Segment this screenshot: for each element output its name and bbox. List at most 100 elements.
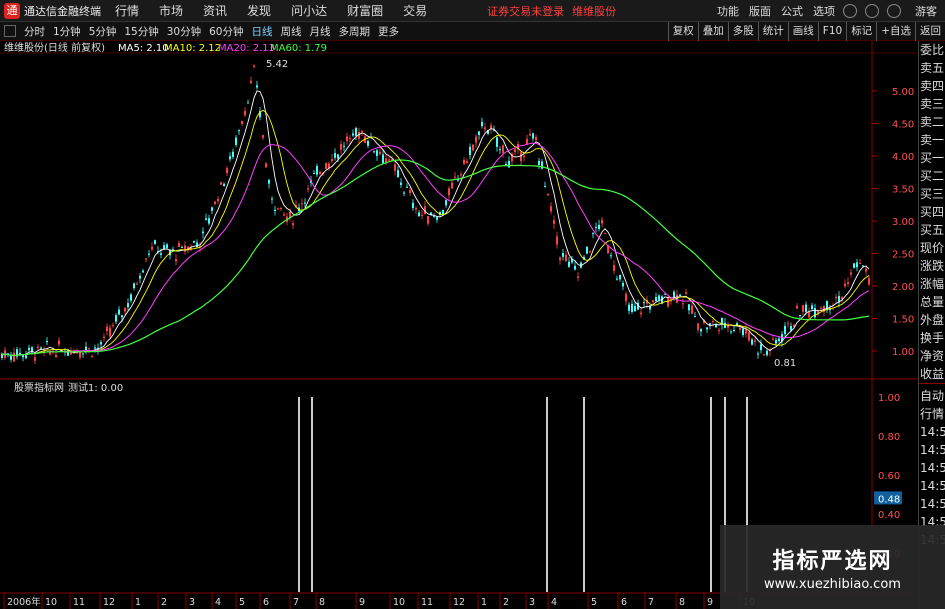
side-field-label: 现价 bbox=[920, 241, 945, 255]
candle-body bbox=[466, 161, 468, 163]
stats-button[interactable]: 统计 bbox=[757, 22, 788, 41]
menu-news[interactable]: 资讯 bbox=[203, 2, 227, 19]
candle-body bbox=[139, 275, 141, 279]
tab-period-5m[interactable]: 5分钟 bbox=[89, 24, 117, 39]
candle-body bbox=[280, 208, 282, 210]
menu-market[interactable]: 市场 bbox=[159, 2, 183, 19]
candle-body bbox=[103, 336, 105, 338]
candle-body bbox=[34, 357, 36, 361]
candle-body bbox=[373, 151, 375, 153]
candle-body bbox=[481, 121, 483, 127]
side-field-label: 卖五 bbox=[920, 61, 945, 75]
candle-body bbox=[529, 133, 531, 136]
menu-ask[interactable]: 问小达 bbox=[291, 2, 327, 19]
minimize-icon[interactable] bbox=[865, 4, 879, 18]
menu-discover[interactable]: 发现 bbox=[247, 2, 271, 19]
f10-button[interactable]: F10 bbox=[817, 22, 846, 41]
stock-link[interactable]: 维维股份 bbox=[572, 3, 616, 19]
candle-body bbox=[154, 240, 156, 244]
candle-body bbox=[22, 355, 24, 358]
candle-body bbox=[100, 342, 102, 345]
candle-body bbox=[514, 149, 516, 153]
candle-body bbox=[412, 202, 414, 209]
menu-quotes[interactable]: 行情 bbox=[115, 2, 139, 19]
candle-body bbox=[346, 136, 348, 142]
candle-body bbox=[502, 145, 504, 154]
y-tick-label: 3.00 bbox=[892, 217, 914, 228]
candle-body bbox=[763, 354, 765, 356]
help-icon[interactable] bbox=[843, 4, 857, 18]
tab-period-more[interactable]: 更多 bbox=[378, 24, 399, 39]
candle-body bbox=[121, 315, 123, 318]
tab-period-15m[interactable]: 15分钟 bbox=[124, 24, 158, 39]
candle-body bbox=[133, 283, 135, 289]
candle-body bbox=[349, 138, 351, 140]
y-tick-label: 5.00 bbox=[892, 87, 914, 98]
menu-wealth[interactable]: 财富圈 bbox=[347, 2, 383, 19]
candle-body bbox=[448, 188, 450, 196]
side-tick-time: 14:5 bbox=[920, 497, 945, 511]
menu-trade[interactable]: 交易 bbox=[403, 2, 427, 19]
login-alert[interactable]: 证券交易未登录 bbox=[487, 3, 564, 19]
low-price-label: 0.81 bbox=[774, 358, 796, 369]
x-tick-label: 6 bbox=[263, 597, 269, 608]
candle-body bbox=[319, 171, 321, 174]
side-field-label: 买四 bbox=[920, 205, 945, 219]
tab-period-timeline[interactable]: 分时 bbox=[24, 24, 45, 39]
candle-body bbox=[379, 151, 381, 155]
candle-body bbox=[124, 308, 126, 312]
candle-body bbox=[589, 250, 591, 253]
candle-body bbox=[604, 232, 606, 234]
toggle-icon[interactable] bbox=[4, 25, 16, 37]
x-tick-label: 12 bbox=[453, 597, 465, 608]
tab-period-30m[interactable]: 30分钟 bbox=[167, 24, 201, 39]
high-price-label: 5.42 bbox=[266, 59, 288, 70]
tab-period-60m[interactable]: 60分钟 bbox=[209, 24, 243, 39]
indicator-spike bbox=[710, 397, 712, 592]
menu-formula[interactable]: 公式 bbox=[781, 3, 803, 19]
candle-body bbox=[862, 265, 864, 267]
menu-options[interactable]: 选项 bbox=[813, 3, 835, 19]
overlay-button[interactable]: 叠加 bbox=[697, 22, 728, 41]
candle-body bbox=[508, 160, 510, 168]
candle-body bbox=[58, 340, 60, 345]
candle-body bbox=[478, 131, 480, 135]
candle-body bbox=[565, 254, 567, 262]
tab-period-multi[interactable]: 多周期 bbox=[339, 24, 371, 39]
tab-period-1m[interactable]: 1分钟 bbox=[53, 24, 81, 39]
candle-body bbox=[193, 241, 195, 243]
candle-body bbox=[868, 278, 870, 285]
candle-body bbox=[55, 354, 57, 358]
adjust-button[interactable]: 复权 bbox=[667, 22, 698, 41]
x-tick-label: 2006年 bbox=[7, 596, 41, 608]
add-watchlist-button[interactable]: +自选 bbox=[876, 22, 915, 41]
candle-body bbox=[340, 143, 342, 150]
side-tick-time: 14:5 bbox=[920, 461, 945, 475]
candle-body bbox=[802, 305, 804, 312]
side-field-label: 买五 bbox=[920, 223, 945, 237]
app-logo: 通 bbox=[4, 2, 20, 19]
tab-period-daily[interactable]: 日线 bbox=[252, 24, 273, 39]
candle-body bbox=[262, 135, 264, 138]
back-button[interactable]: 返回 bbox=[915, 22, 945, 41]
tab-period-weekly[interactable]: 周线 bbox=[281, 24, 302, 39]
ma5-label: MA5: 2.10 bbox=[118, 43, 169, 54]
candle-body bbox=[532, 133, 534, 139]
tab-period-monthly[interactable]: 月线 bbox=[310, 24, 331, 39]
menu-layout[interactable]: 版面 bbox=[749, 3, 771, 19]
chart-area[interactable]: 维维股份(日线 前复权) MA5: 2.10 MA10: 2.12 MA20: … bbox=[0, 41, 945, 609]
candle-body bbox=[472, 144, 474, 151]
ind-y-tick-label: 0.48 bbox=[878, 494, 900, 505]
menu-function[interactable]: 功能 bbox=[717, 3, 739, 19]
candle-body bbox=[577, 276, 579, 278]
candle-body bbox=[694, 316, 696, 318]
user-guest[interactable]: 游客 bbox=[915, 3, 937, 19]
candle-body bbox=[688, 304, 690, 311]
multi-stock-button[interactable]: 多股 bbox=[727, 22, 758, 41]
candle-body bbox=[397, 170, 399, 178]
mark-button[interactable]: 标记 bbox=[846, 22, 876, 41]
maximize-icon[interactable] bbox=[887, 4, 901, 18]
x-tick-label: 1 bbox=[481, 597, 487, 608]
candle-body bbox=[265, 163, 267, 168]
draw-button[interactable]: 画线 bbox=[787, 22, 818, 41]
